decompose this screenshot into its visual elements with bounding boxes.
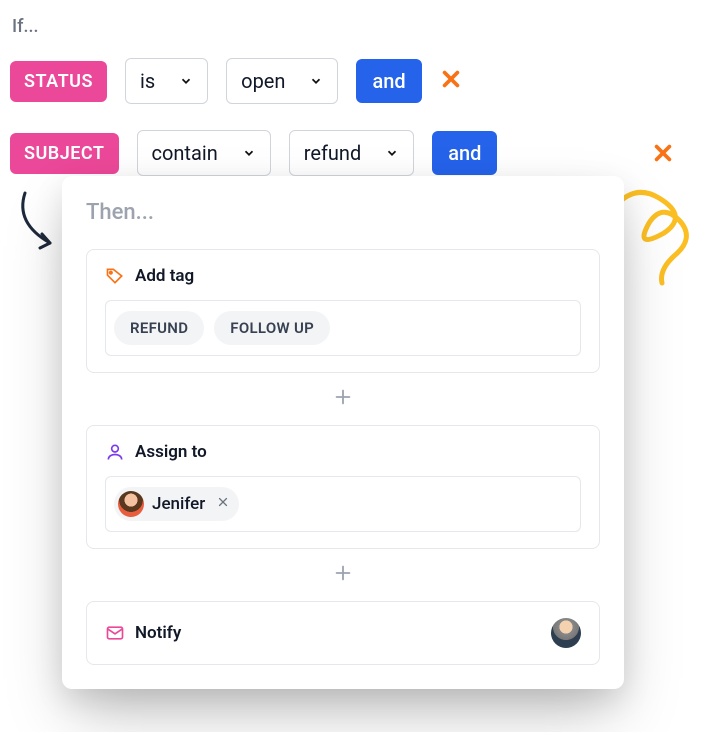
condition-row-subject: SUBJECT contain refund and [10,130,497,176]
assignee-name: Jenifer [152,494,205,514]
value-select-subject[interactable]: refund [289,130,415,176]
field-chip-subject: SUBJECT [10,133,119,174]
close-icon[interactable] [217,496,229,512]
then-panel: Then... Add tag REFUND FOLLOW UP Assign … [62,176,624,689]
action-title: Assign to [135,442,207,462]
action-add-tag: Add tag REFUND FOLLOW UP [86,249,600,373]
action-header-add-tag: Add tag [105,266,581,286]
action-title: Add tag [135,266,194,286]
close-icon[interactable] [652,142,674,169]
connector-and[interactable]: and [356,59,421,103]
mail-icon [105,623,125,643]
action-header-notify: Notify [105,623,181,643]
add-action-button[interactable] [86,373,600,425]
value-text: open [241,69,285,93]
chevron-down-icon [385,146,399,160]
chevron-down-icon [179,74,193,88]
action-header-assign: Assign to [105,442,581,462]
value-select-status[interactable]: open [226,58,338,104]
chevron-down-icon [242,146,256,160]
operator-select-subject[interactable]: contain [137,130,271,176]
assignee-chip[interactable]: Jenifer [114,487,239,521]
connector-and[interactable]: and [432,131,497,175]
chevron-down-icon [309,74,323,88]
if-label: If... [12,16,38,37]
action-notify: Notify [86,601,600,665]
avatar[interactable] [551,618,581,648]
action-title: Notify [135,623,181,643]
avatar [118,491,144,517]
value-text: refund [304,141,362,165]
user-icon [105,442,125,462]
add-action-button[interactable] [86,549,600,601]
then-label: Then... [86,200,600,225]
operator-value: is [140,69,155,93]
operator-value: contain [152,141,218,165]
action-assign: Assign to Jenifer [86,425,600,549]
arrow-decoration [10,188,65,258]
assignee-input[interactable]: Jenifer [105,476,581,532]
field-chip-status: STATUS [10,61,107,102]
tag-chip[interactable]: FOLLOW UP [214,311,330,345]
tag-input[interactable]: REFUND FOLLOW UP [105,300,581,356]
operator-select-status[interactable]: is [125,58,208,104]
tag-chip[interactable]: REFUND [114,311,204,345]
condition-row-status: STATUS is open and [10,58,462,104]
tag-icon [105,266,125,286]
close-icon[interactable] [440,68,462,95]
